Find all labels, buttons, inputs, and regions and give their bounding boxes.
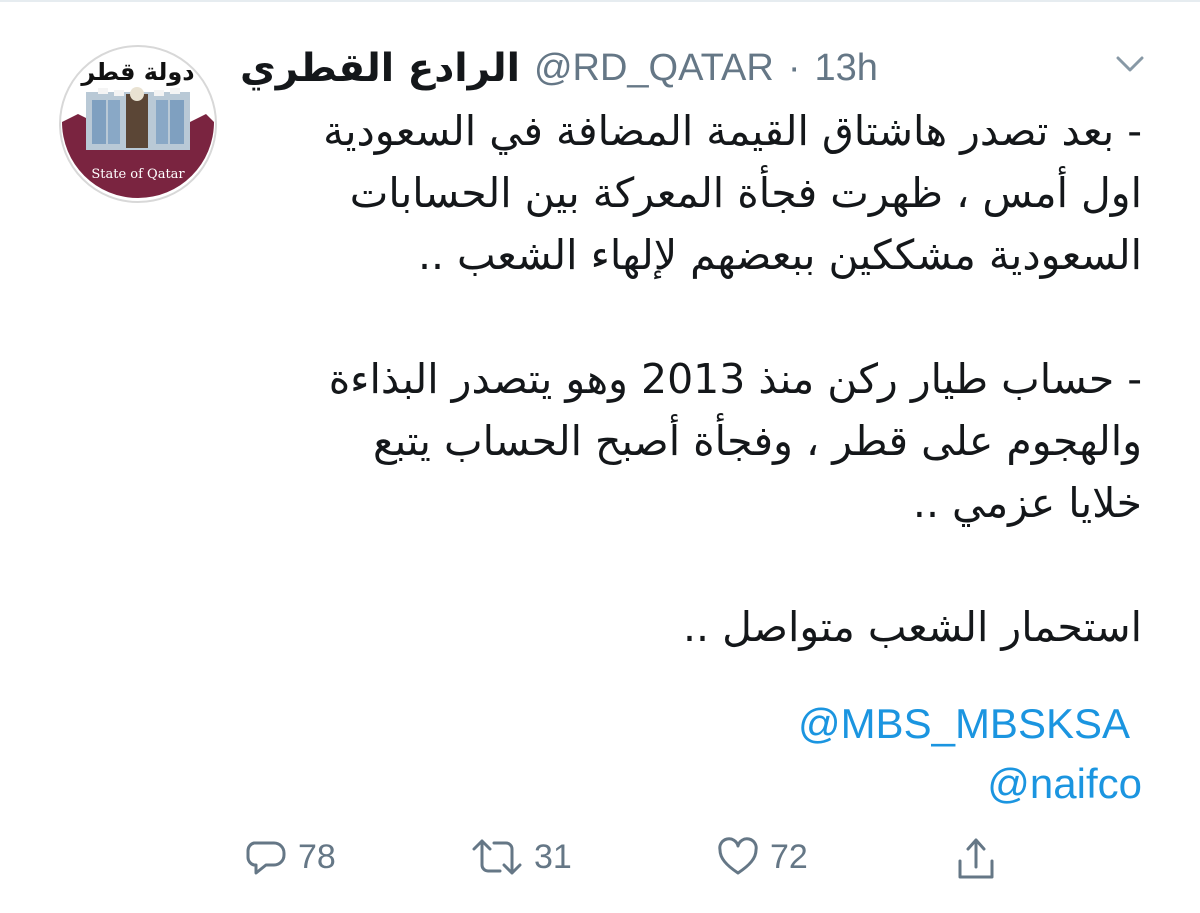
heart-icon (716, 835, 760, 879)
reply-count: 78 (298, 837, 336, 876)
tweet-header: الرادع القطري @RD_QATAR · 13h (240, 38, 1100, 98)
user-handle[interactable]: @RD_QATAR (534, 47, 774, 90)
share-icon (954, 835, 998, 883)
tweet-line: خلايا عزمي .. (912, 479, 1142, 527)
tweet-line: اول أمس ، ظهرت فجأة المعركة بين الحسابات (349, 169, 1142, 217)
separator-dot: · (787, 46, 801, 89)
tweet-line: والهجوم على قطر ، وفجأة أصبح الحساب يتبع (372, 417, 1142, 465)
tweet-line: - بعد تصدر هاشتاق القيمة المضافة في السع… (323, 107, 1142, 155)
retweet-button[interactable]: 31 (470, 835, 572, 879)
avatar-text-bottom: State of Qatar (91, 167, 185, 182)
retweet-icon (470, 835, 524, 879)
chevron-down-icon[interactable] (1112, 52, 1148, 76)
display-name[interactable]: الرادع القطري (240, 46, 520, 91)
mention-link[interactable]: @MBS_MBSKSA (798, 700, 1130, 748)
like-count: 72 (770, 837, 808, 876)
avatar[interactable]: دولة قطر State of Qatar (58, 44, 218, 204)
retweet-count: 31 (534, 837, 572, 876)
tweet-line: السعودية مشككين ببعضهم لإلهاء الشعب .. (417, 231, 1142, 279)
state-of-qatar-emblem: دولة قطر State of Qatar (58, 44, 218, 204)
timestamp[interactable]: 13h (814, 47, 877, 90)
top-divider (0, 0, 1200, 2)
tweet-line: استحمار الشعب متواصل .. (682, 603, 1142, 651)
tweet-text: - بعد تصدر هاشتاق القيمة المضافة في السع… (200, 100, 1142, 658)
tweet-line: - حساب طيار ركن منذ 2013 وهو يتصدر البذا… (328, 355, 1142, 403)
action-bar: 78 31 72 (240, 835, 1020, 891)
avatar-text-top: دولة قطر (80, 58, 194, 86)
share-button[interactable] (954, 835, 998, 883)
reply-button[interactable]: 78 (244, 835, 336, 879)
mention-link[interactable]: @naifco (987, 760, 1142, 808)
like-button[interactable]: 72 (716, 835, 808, 879)
reply-icon (244, 835, 288, 879)
